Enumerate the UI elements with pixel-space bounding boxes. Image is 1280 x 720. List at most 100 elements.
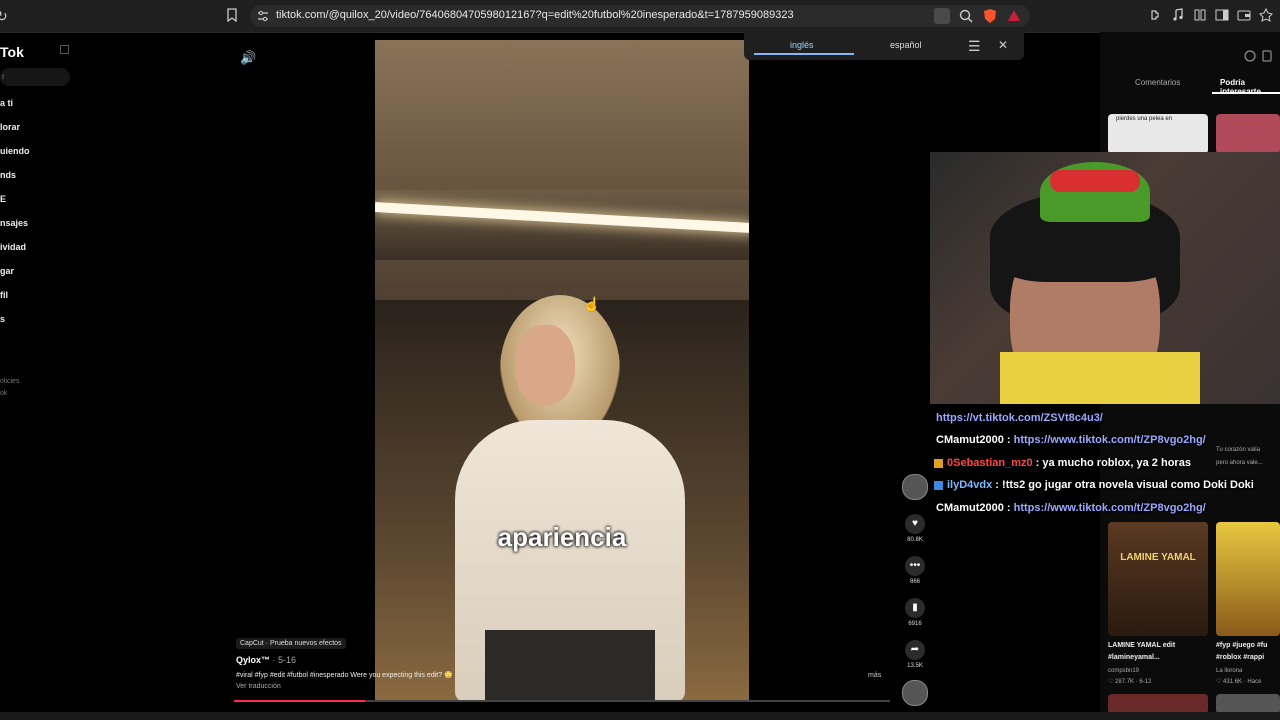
chat-badge-icon xyxy=(934,458,943,468)
mouse-cursor-icon: ☝ xyxy=(583,296,601,312)
nav-messages[interactable]: nsajes xyxy=(0,218,28,228)
chat-text: https://vt.tiktok.com/ZSVt8c4u3/ xyxy=(936,412,1103,424)
video-thumbnail-lamine[interactable]: LAMINE YAMAL xyxy=(1108,522,1208,636)
footer-policies[interactable]: olicies xyxy=(0,378,19,385)
zoom-icon[interactable] xyxy=(958,8,974,24)
tab-active-underline xyxy=(1212,92,1280,94)
share-icon[interactable]: ➦ xyxy=(905,640,925,660)
save-action[interactable]: ▮ 6916 xyxy=(902,598,928,627)
chat-username: CMamut2000 xyxy=(936,502,1004,514)
chat-message: 0Sebastian_mz0 : ya mucho roblox, ya 2 h… xyxy=(934,452,1191,474)
heart-icon[interactable]: ♥ xyxy=(905,514,925,534)
reload-icon[interactable]: ↻ xyxy=(0,8,12,24)
video-tags[interactable]: #lamineyamal... xyxy=(1108,654,1160,661)
nav-activity[interactable]: ividad xyxy=(0,242,26,252)
translate-target-lang[interactable]: español xyxy=(890,40,922,50)
avatar[interactable] xyxy=(902,474,928,500)
video-player[interactable]: apariencia ☝ xyxy=(375,40,749,702)
video-author[interactable]: compsbn19 xyxy=(1108,668,1139,674)
nav-for-you[interactable]: a ti xyxy=(0,98,13,108)
author-name[interactable]: Qylox™ xyxy=(236,655,270,665)
browser-toolbar: ↻ tiktok.com/@quilox_20/video/7640680470… xyxy=(0,0,1280,33)
close-icon[interactable]: ✕ xyxy=(998,38,1008,52)
video-stats: ♡ 431.6K · Hace xyxy=(1216,679,1262,685)
bookmark-icon[interactable] xyxy=(226,8,238,22)
sidebar-toggle-icon[interactable] xyxy=(1214,7,1230,23)
brave-shield-icon[interactable] xyxy=(982,8,998,24)
reading-list-icon[interactable] xyxy=(1192,7,1208,23)
comment-count: 866 xyxy=(909,579,920,585)
thumbnail-text: pierdes una pelea en xyxy=(1116,116,1173,122)
address-bar[interactable]: tiktok.com/@quilox_20/video/764068047059… xyxy=(250,5,1030,27)
search-input[interactable]: r xyxy=(0,68,70,86)
leo-icon[interactable] xyxy=(1258,7,1274,23)
music-icon[interactable] xyxy=(1170,7,1186,23)
phone-icon[interactable] xyxy=(1262,50,1272,62)
nav-profile[interactable]: fil xyxy=(0,290,8,300)
chat-message: CMamut2000 : https://www.tiktok.com/t/ZP… xyxy=(936,502,1206,514)
webcam-jersey xyxy=(1000,352,1200,404)
capcut-badge[interactable]: CapCut · Prueba nuevos efectos xyxy=(236,638,346,649)
collapse-sidebar-icon[interactable] xyxy=(60,45,69,54)
tiktok-sidebar: Tok r a ti lorar uiendo nds E nsajes ivi… xyxy=(0,32,80,720)
video-thumbnail[interactable] xyxy=(1216,694,1280,714)
brave-rewards-icon[interactable] xyxy=(1006,8,1022,24)
site-settings-icon[interactable] xyxy=(256,9,270,23)
post-date: · 5-16 xyxy=(272,655,297,665)
side-text: Tu corazón valía xyxy=(1216,447,1261,453)
panel-tabs: Comentarios Podría interesarte xyxy=(1100,76,1280,96)
nav-following[interactable]: uiendo xyxy=(0,146,30,156)
translate-icon[interactable] xyxy=(934,8,950,24)
comment-icon[interactable]: ••• xyxy=(905,556,925,576)
music-disc[interactable] xyxy=(902,680,928,706)
like-action[interactable]: ♥ 80.8K xyxy=(902,514,928,543)
url-text[interactable]: tiktok.com/@quilox_20/video/764068047059… xyxy=(276,9,794,21)
video-thumbnail[interactable] xyxy=(1108,694,1208,714)
nav-explore[interactable]: lorar xyxy=(0,122,20,132)
chat-badge-icon xyxy=(934,480,943,490)
taskbar xyxy=(0,712,1280,720)
wallet-icon[interactable] xyxy=(1236,7,1252,23)
video-person-face xyxy=(515,325,575,405)
extensions-icon[interactable] xyxy=(1148,7,1164,23)
video-tags[interactable]: #roblox #rappi xyxy=(1216,654,1264,661)
video-title[interactable]: #fyp #juego #fu xyxy=(1216,642,1267,649)
nav-live[interactable]: E xyxy=(0,194,6,204)
video-meta: CapCut · Prueba nuevos efectos Qylox™ · … xyxy=(236,632,876,690)
chat-message: https://vt.tiktok.com/ZSVt8c4u3/ xyxy=(936,407,1103,429)
see-translation-link[interactable]: Ver traducción xyxy=(236,683,876,690)
chat-message: CMamut2000 : https://www.tiktok.com/t/ZP… xyxy=(936,434,1206,446)
thumbnail-title-overlay: LAMINE YAMAL xyxy=(1120,552,1196,563)
compass-icon[interactable] xyxy=(1244,50,1256,62)
nav-upload[interactable]: gar xyxy=(0,266,14,276)
chat-message: ilyD4vdx : !tts2 go jugar otra novela vi… xyxy=(934,474,1254,496)
chat-username: 0Sebastian_mz0 xyxy=(947,457,1033,469)
volume-icon[interactable]: 🔊 xyxy=(240,50,256,66)
tiktok-logo[interactable]: Tok xyxy=(0,44,24,60)
save-count: 6916 xyxy=(908,621,922,627)
video-thumbnail-roblox[interactable] xyxy=(1216,522,1280,636)
more-link[interactable]: más xyxy=(868,672,881,679)
video-progress-bar[interactable] xyxy=(234,700,890,702)
video-description: #viral #fyp #edit #futbol #inesperado We… xyxy=(236,672,453,679)
creator-avatar[interactable] xyxy=(902,474,928,500)
video-author[interactable]: Qylox™ · 5-16 xyxy=(236,655,876,665)
menu-icon[interactable]: ☰ xyxy=(968,38,981,55)
video-thumbnail[interactable]: pierdes una pelea en xyxy=(1108,114,1208,154)
translate-source-lang[interactable]: inglés xyxy=(790,40,814,50)
nav-friends[interactable]: nds xyxy=(0,170,16,180)
comment-action[interactable]: ••• 866 xyxy=(902,556,928,585)
side-text: pero ahora vale... xyxy=(1216,460,1263,466)
footer-copyright: ok xyxy=(0,390,8,397)
tab-comments[interactable]: Comentarios xyxy=(1135,78,1180,87)
video-title[interactable]: LAMINE YAMAL edit xyxy=(1108,642,1175,649)
chat-text: https://www.tiktok.com/t/ZP8vgo2hg/ xyxy=(1013,434,1206,446)
music-disc-icon[interactable] xyxy=(902,680,928,706)
nav-more[interactable]: s xyxy=(0,314,5,324)
bookmark-icon[interactable]: ▮ xyxy=(905,598,925,618)
translate-active-underline xyxy=(754,53,854,55)
share-action[interactable]: ➦ 13.5K xyxy=(902,640,928,669)
video-author[interactable]: La llorona xyxy=(1216,668,1242,674)
video-thumbnail[interactable] xyxy=(1216,114,1280,154)
webcam-goggles xyxy=(1050,170,1140,192)
